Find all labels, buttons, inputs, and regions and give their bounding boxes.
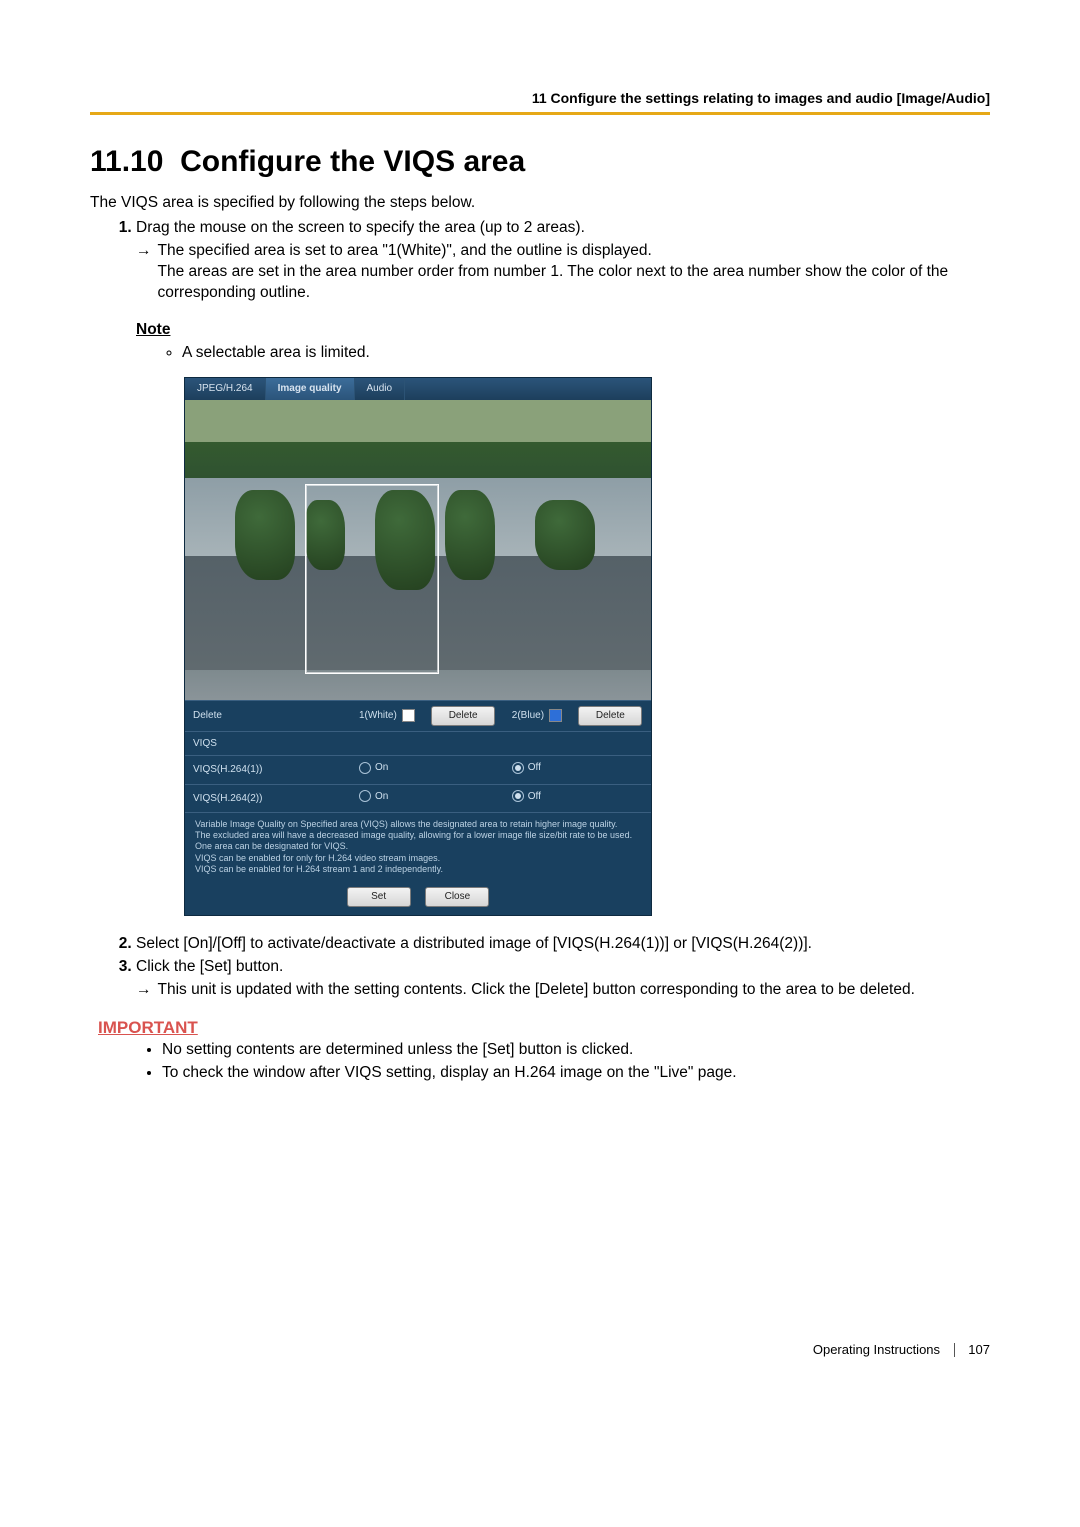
- step-3-result: This unit is updated with the setting co…: [158, 980, 915, 1001]
- radio-on-label: On: [375, 761, 388, 775]
- preview-shrub: [235, 490, 295, 580]
- help-line-5: VIQS can be enabled for H.264 stream 1 a…: [195, 864, 443, 874]
- delete-row-label: Delete: [185, 701, 351, 732]
- white-swatch-icon: [402, 709, 415, 722]
- viqs-header-label: VIQS: [185, 731, 651, 756]
- tab-image-quality[interactable]: Image quality: [266, 378, 355, 400]
- preview-shrub: [535, 500, 595, 570]
- area-2-delete-cell: Delete: [570, 701, 651, 732]
- help-line-1: Variable Image Quality on Specified area…: [195, 819, 617, 829]
- radio-off-label: Off: [528, 761, 541, 775]
- delete-row: Delete 1(White) Delete 2(Blue): [185, 701, 651, 732]
- delete-area-2-button[interactable]: Delete: [578, 706, 642, 726]
- viqs-1-off-cell: Off: [504, 756, 651, 784]
- step-list: Drag the mouse on the screen to specify …: [90, 218, 990, 1001]
- viqs-h264-1-row: VIQS(H.264(1)) On Off: [185, 756, 651, 784]
- delete-area-1-button[interactable]: Delete: [431, 706, 495, 726]
- close-button[interactable]: Close: [425, 887, 489, 907]
- area-2-label: 2(Blue): [512, 711, 544, 722]
- step-1: Drag the mouse on the screen to specify …: [136, 218, 990, 916]
- arrow-icon: →: [136, 241, 152, 304]
- help-line-4: VIQS can be enabled for only for H.264 v…: [195, 853, 440, 863]
- arrow-icon: →: [136, 980, 152, 1001]
- preview-shrub: [445, 490, 495, 580]
- radio-off-label: Off: [528, 790, 541, 804]
- step-3-text: Click the [Set] button.: [136, 958, 283, 975]
- step-3: Click the [Set] button. → This unit is u…: [136, 957, 990, 1001]
- area-1-cell: 1(White): [351, 701, 423, 732]
- viqs-2-on-radio[interactable]: On: [359, 790, 388, 804]
- help-text: Variable Image Quality on Specified area…: [185, 812, 651, 881]
- step-1-text: Drag the mouse on the screen to specify …: [136, 219, 585, 236]
- note-item: A selectable area is limited.: [182, 343, 990, 364]
- area-1-label: 1(White): [359, 711, 397, 722]
- page-footer: Operating Instructions 107: [813, 1342, 990, 1357]
- radio-dot-icon: [512, 762, 524, 774]
- footer-page-number: 107: [968, 1342, 990, 1357]
- radio-on-label: On: [375, 790, 388, 804]
- tab-jpeg[interactable]: JPEG/H.264: [185, 378, 266, 400]
- controls-table: Delete 1(White) Delete 2(Blue): [185, 700, 651, 812]
- set-button[interactable]: Set: [347, 887, 411, 907]
- important-item-1: No setting contents are determined unles…: [162, 1040, 990, 1061]
- radio-dot-icon: [359, 762, 371, 774]
- radio-dot-icon: [512, 790, 524, 802]
- help-line-3: One area can be designated for VIQS.: [195, 841, 348, 851]
- radio-dot-icon: [359, 790, 371, 802]
- footer-separator: [954, 1343, 955, 1357]
- step-1-result-b: The areas are set in the area number ord…: [158, 263, 949, 301]
- help-line-2: The excluded area will have a decreased …: [195, 830, 632, 840]
- viqs-2-off-cell: Off: [504, 784, 651, 812]
- viqs-h264-1-label: VIQS(H.264(1)): [185, 756, 351, 784]
- footer-button-row: Set Close: [185, 881, 651, 915]
- intro-text: The VIQS area is specified by following …: [90, 193, 990, 214]
- step-1-result-a: The specified area is set to area "1(Whi…: [158, 242, 652, 259]
- section-number: 11.10: [90, 145, 163, 178]
- tab-strip: JPEG/H.264 Image quality Audio: [185, 378, 651, 400]
- viqs-settings-panel: JPEG/H.264 Image quality Audio Delete: [184, 377, 652, 915]
- important-heading: IMPORTANT: [98, 1018, 990, 1038]
- blue-swatch-icon: [549, 709, 562, 722]
- viqs-1-on-radio[interactable]: On: [359, 761, 388, 775]
- viqs-1-off-radio[interactable]: Off: [512, 761, 541, 775]
- document-page: 11 Configure the settings relating to im…: [0, 0, 1080, 1397]
- important-item-2: To check the window after VIQS setting, …: [162, 1063, 990, 1084]
- viqs-header-row: VIQS: [185, 731, 651, 756]
- step-2-text: Select [On]/[Off] to activate/deactivate…: [136, 935, 812, 952]
- video-preview[interactable]: [185, 400, 651, 700]
- note-list: A selectable area is limited.: [136, 343, 990, 364]
- section-title-text: Configure the VIQS area: [180, 145, 525, 178]
- area-2-cell: 2(Blue): [504, 701, 571, 732]
- viqs-2-on-cell: On: [351, 784, 504, 812]
- section-heading: 11.10 Configure the VIQS area: [90, 145, 990, 179]
- footer-doc-title: Operating Instructions: [813, 1342, 940, 1357]
- viqs-h264-2-label: VIQS(H.264(2)): [185, 784, 351, 812]
- viqs-h264-2-row: VIQS(H.264(2)) On Off: [185, 784, 651, 812]
- note-heading: Note: [136, 320, 990, 341]
- important-list: No setting contents are determined unles…: [90, 1040, 990, 1084]
- viqs-area-1-outline[interactable]: [305, 484, 439, 674]
- viqs-2-off-radio[interactable]: Off: [512, 790, 541, 804]
- chapter-header: 11 Configure the settings relating to im…: [90, 90, 990, 115]
- area-1-delete-cell: Delete: [423, 701, 504, 732]
- step-2: Select [On]/[Off] to activate/deactivate…: [136, 934, 990, 955]
- tab-audio[interactable]: Audio: [355, 378, 406, 400]
- viqs-1-on-cell: On: [351, 756, 504, 784]
- tab-filler: [405, 378, 651, 400]
